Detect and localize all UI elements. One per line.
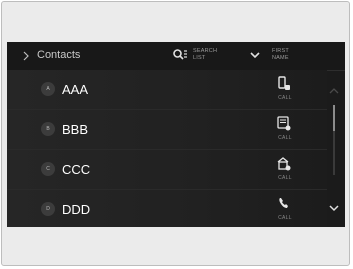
page-title: Contacts bbox=[37, 49, 81, 61]
scrollbar-thumb[interactable] bbox=[333, 105, 335, 131]
chevron-right-icon[interactable] bbox=[21, 50, 31, 62]
mobile-phone-icon bbox=[278, 76, 290, 90]
call-button[interactable]: CALL bbox=[273, 116, 297, 144]
call-label: CALL bbox=[278, 135, 292, 141]
contact-initial-badge: D bbox=[41, 202, 55, 216]
sort-label: FIRST NAME bbox=[272, 48, 289, 62]
call-label: CALL bbox=[278, 175, 292, 181]
call-button[interactable]: CALL bbox=[273, 76, 297, 104]
contact-name: AAA bbox=[62, 82, 89, 97]
contact-row[interactable]: D DDD CALL bbox=[7, 190, 327, 227]
contact-row[interactable]: C CCC CALL bbox=[7, 150, 327, 190]
sort-label-line2: NAME bbox=[272, 55, 289, 61]
contact-row[interactable]: B BBB CALL bbox=[7, 110, 327, 150]
sort-first-name-button[interactable]: FIRST NAME bbox=[250, 45, 330, 67]
scroll-up-icon[interactable] bbox=[329, 87, 339, 95]
call-label: CALL bbox=[278, 215, 292, 221]
chevron-down-icon bbox=[250, 52, 260, 59]
contact-name: DDD bbox=[62, 202, 91, 217]
scrollbar[interactable] bbox=[333, 105, 335, 175]
phone-handset-icon bbox=[279, 198, 288, 208]
call-button[interactable]: CALL bbox=[273, 156, 297, 184]
contact-name: CCC bbox=[62, 162, 91, 177]
call-button[interactable]: CALL bbox=[273, 196, 297, 224]
contact-name: BBB bbox=[62, 122, 89, 137]
sort-label-line1: FIRST bbox=[272, 48, 289, 54]
search-label-line1: SEARCH bbox=[193, 48, 218, 54]
search-list-button[interactable]: SEARCH LIST bbox=[172, 45, 247, 67]
contact-initial-badge: B bbox=[41, 122, 55, 136]
search-label-line2: LIST bbox=[193, 55, 206, 61]
contact-initial-badge: C bbox=[41, 162, 55, 176]
search-list-label: SEARCH LIST bbox=[193, 48, 217, 62]
contact-row[interactable]: A AAA CALL bbox=[7, 70, 327, 110]
call-label: CALL bbox=[278, 95, 292, 101]
search-list-icon bbox=[173, 49, 187, 60]
header-bar: Contacts SEARCH LIST FIRST NAME bbox=[7, 42, 345, 71]
contacts-screen: Contacts SEARCH LIST FIRST NAME A AAA CA… bbox=[7, 42, 345, 227]
home-phone-icon bbox=[277, 157, 291, 171]
contact-initial-badge: A bbox=[41, 82, 55, 96]
scroll-down-icon[interactable] bbox=[329, 204, 339, 212]
work-phone-icon bbox=[277, 116, 291, 131]
